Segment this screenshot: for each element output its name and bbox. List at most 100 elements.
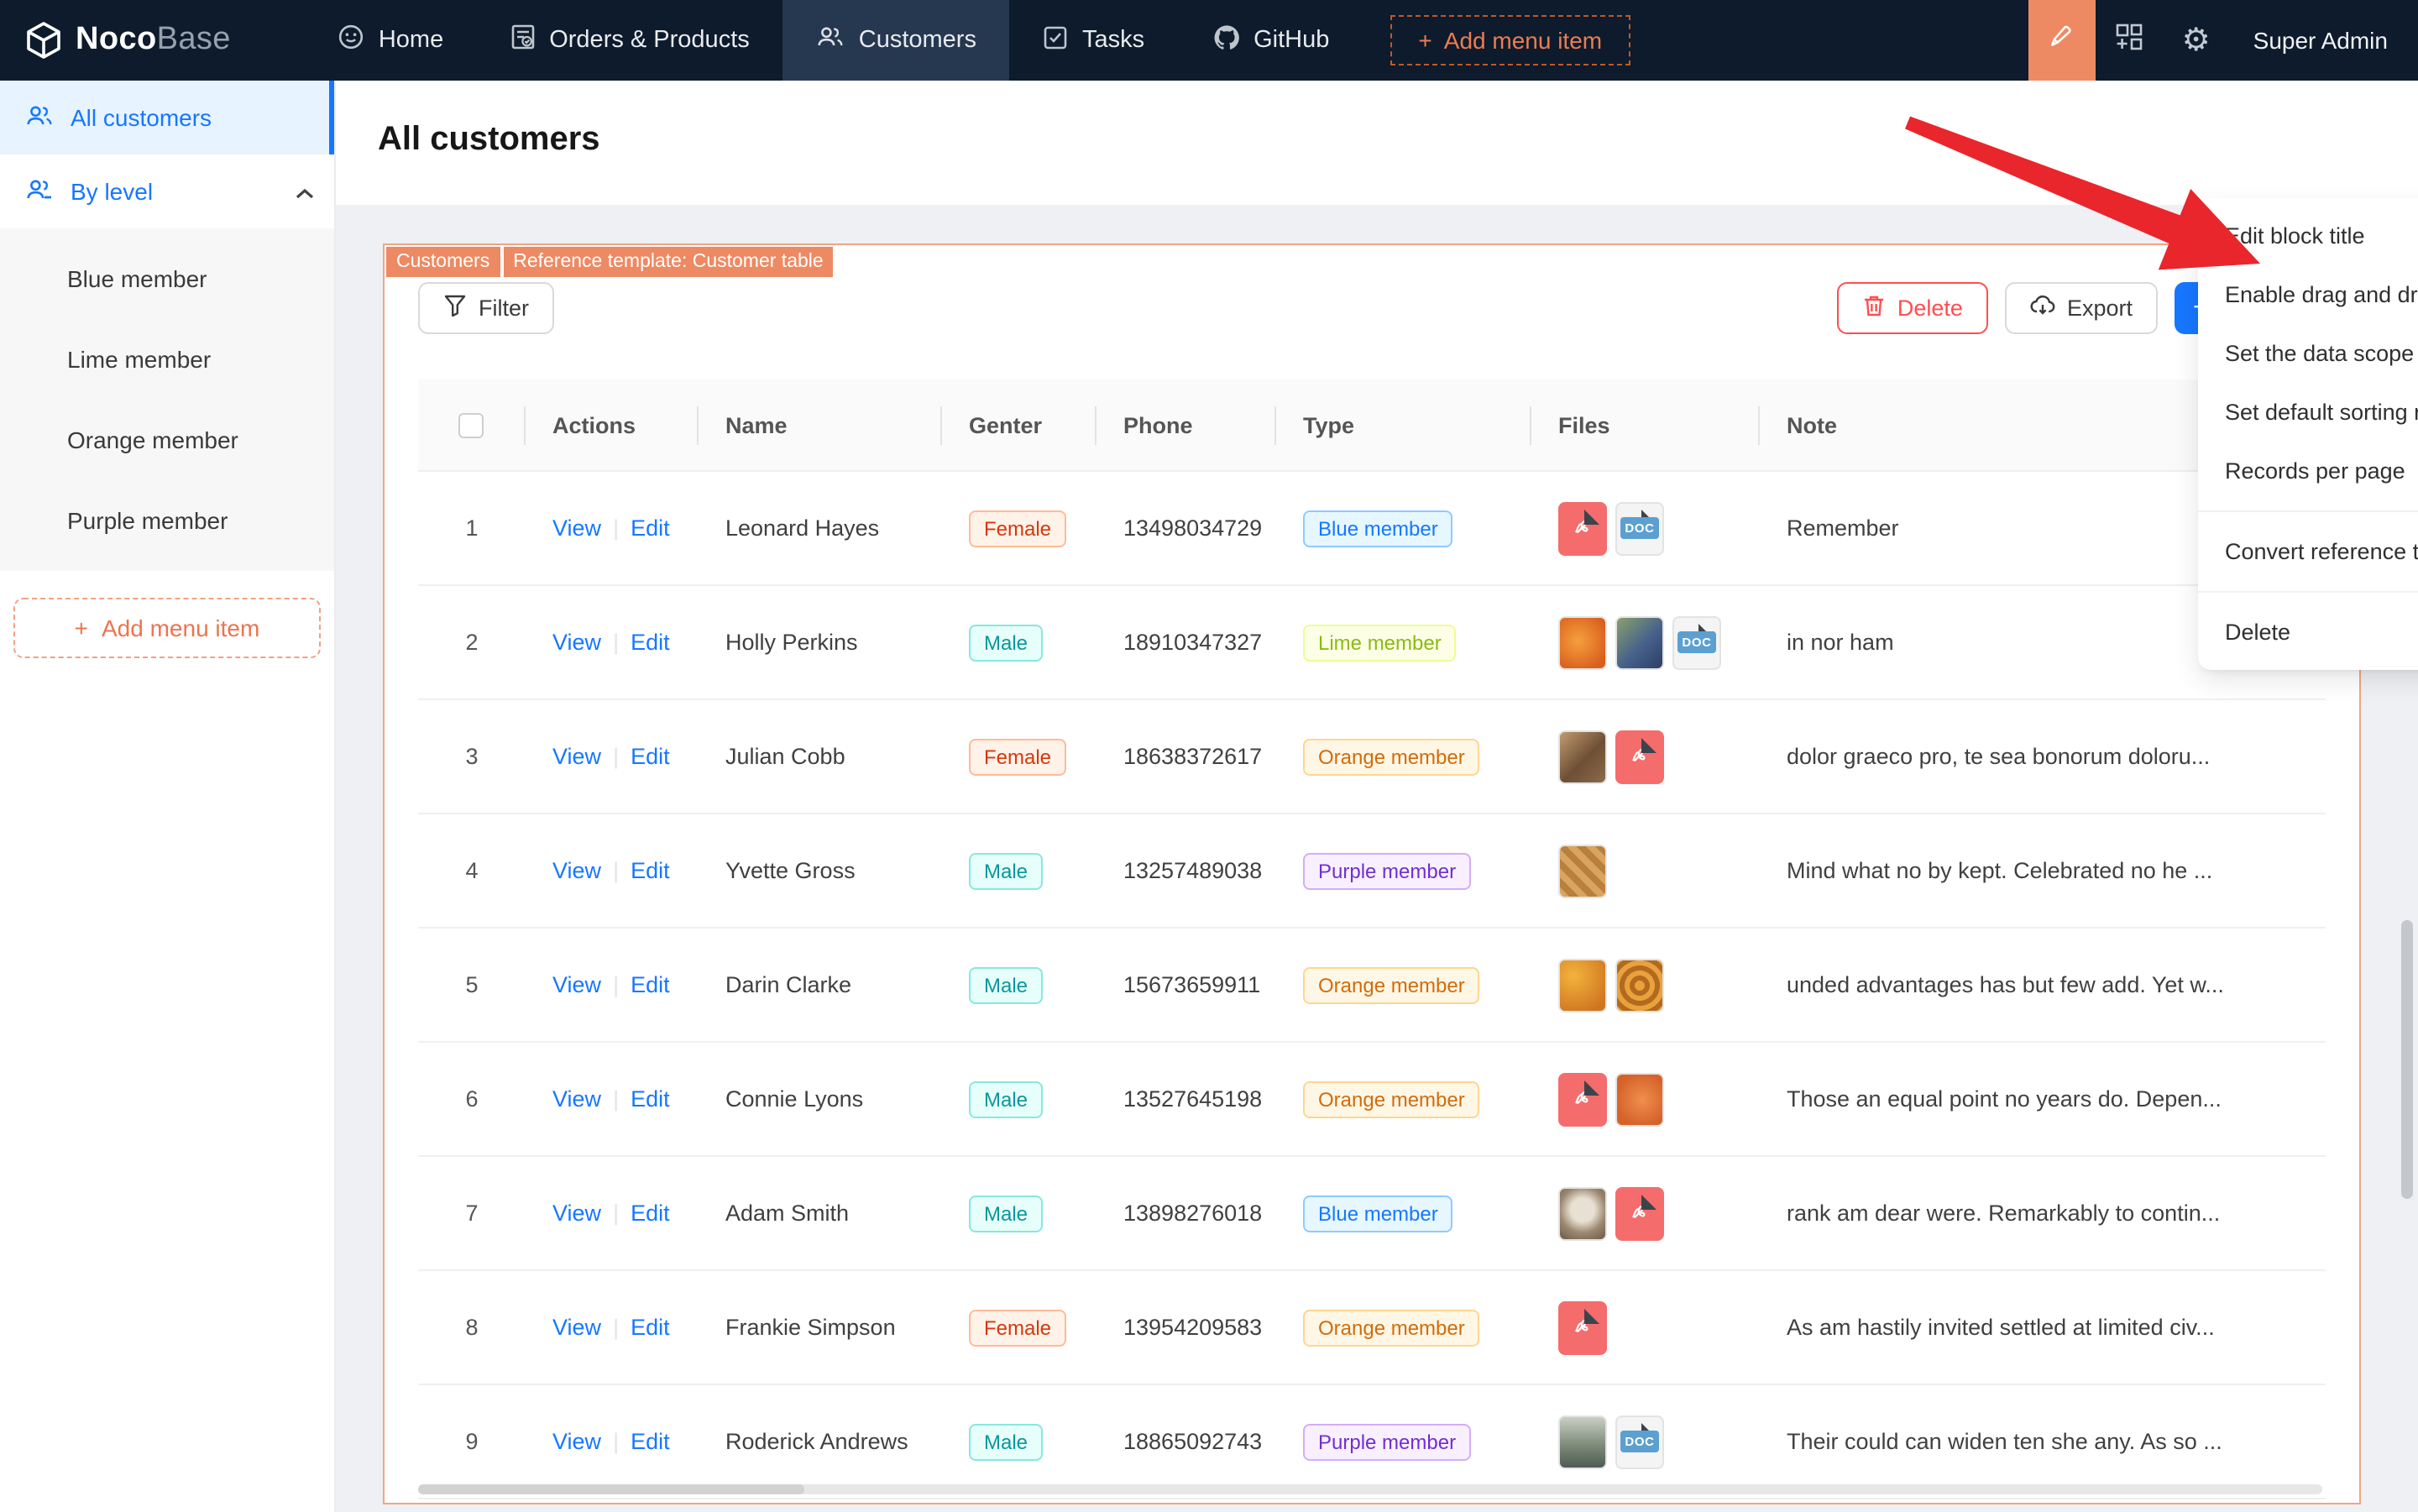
- view-link[interactable]: View: [552, 630, 601, 655]
- nav-item-tasks[interactable]: Tasks: [1010, 0, 1178, 81]
- gender-tag: Male: [969, 624, 1044, 661]
- ui-editor-button[interactable]: [2028, 0, 2096, 81]
- table-row[interactable]: 8 View | Edit Frankie Simpson Female 139542095…: [418, 1271, 2326, 1385]
- vertical-scrollbar[interactable]: [2401, 920, 2413, 1199]
- column-header-actions[interactable]: Actions: [526, 379, 699, 470]
- plus-icon: +: [1418, 27, 1432, 54]
- horizontal-scrollbar[interactable]: [418, 1484, 2322, 1494]
- sidebar-item-orange-member[interactable]: Orange member: [0, 400, 334, 480]
- edit-link[interactable]: Edit: [631, 972, 670, 997]
- view-link[interactable]: View: [552, 515, 601, 541]
- column-header-genter[interactable]: Genter: [942, 379, 1096, 470]
- edit-link[interactable]: Edit: [631, 1201, 670, 1226]
- table-row[interactable]: 3 View | Edit Julian Cobb Female 18638372617 Or…: [418, 700, 2326, 814]
- row-index[interactable]: 6: [418, 1043, 526, 1155]
- select-all-checkbox[interactable]: [458, 412, 484, 437]
- photo-thumbnail[interactable]: [1558, 844, 1607, 897]
- menu-item-set-data-scope[interactable]: Set the data scope: [2198, 324, 2418, 383]
- sidebar-item-blue-member[interactable]: Blue member: [0, 238, 334, 319]
- row-index[interactable]: 2: [418, 586, 526, 698]
- sidebar-add-menu-item-button[interactable]: + Add menu item: [13, 598, 321, 658]
- edit-link[interactable]: Edit: [631, 1086, 670, 1112]
- nav-item-orders-products[interactable]: Orders & Products: [477, 0, 783, 81]
- edit-link[interactable]: Edit: [631, 1429, 670, 1454]
- pdf-file-icon[interactable]: [1558, 1072, 1607, 1126]
- plugin-manager-button[interactable]: [2096, 0, 2163, 81]
- doc-file-icon[interactable]: DOC: [1615, 1415, 1664, 1468]
- table-row[interactable]: 1 View | Edit Leonard Hayes Female 13498034729…: [418, 472, 2326, 586]
- nav-item-customers[interactable]: Customers: [782, 0, 1010, 81]
- cell-note: dolor graeco pro, te sea bonorum doloru.…: [1787, 744, 2211, 769]
- menu-item-set-default-sorting[interactable]: Set default sorting rules: [2198, 383, 2418, 442]
- top-navbar: NocoBase Home Orders & Products Customer…: [0, 0, 2418, 81]
- nav-item-home[interactable]: Home: [305, 0, 477, 81]
- sidebar-item-by-level[interactable]: By level: [0, 154, 334, 228]
- gender-tag: Male: [969, 1195, 1044, 1232]
- navbar-add-menu-item-button[interactable]: + Add menu item: [1390, 15, 1631, 65]
- menu-item-enable-drag-sorting[interactable]: Enable drag and drop sorting: [2198, 265, 2418, 324]
- photo-thumbnail[interactable]: [1615, 958, 1664, 1012]
- photo-thumbnail[interactable]: [1558, 1186, 1607, 1240]
- sidebar-item-purple-member[interactable]: Purple member: [0, 480, 334, 561]
- cell-note: Those an equal point no years do. Depen.…: [1787, 1086, 2222, 1112]
- nocobase-logo[interactable]: NocoBase: [0, 0, 261, 81]
- edit-link[interactable]: Edit: [631, 515, 670, 541]
- user-menu[interactable]: Super Admin: [2230, 27, 2418, 54]
- photo-thumbnail[interactable]: [1558, 958, 1607, 1012]
- row-index[interactable]: 1: [418, 472, 526, 584]
- edit-link[interactable]: Edit: [631, 630, 670, 655]
- row-index[interactable]: 5: [418, 929, 526, 1041]
- table-row[interactable]: 9 View | Edit Roderick Andrews Male 1886509274…: [418, 1385, 2326, 1499]
- column-header-files[interactable]: Files: [1531, 379, 1760, 470]
- view-link[interactable]: View: [552, 858, 601, 883]
- row-index[interactable]: 7: [418, 1157, 526, 1269]
- photo-thumbnail[interactable]: [1615, 615, 1664, 669]
- pdf-file-icon[interactable]: [1615, 1186, 1664, 1240]
- view-link[interactable]: View: [552, 1429, 601, 1454]
- row-index[interactable]: 3: [418, 700, 526, 813]
- column-header-name[interactable]: Name: [699, 379, 942, 470]
- photo-thumbnail[interactable]: [1615, 1072, 1664, 1126]
- member-type-tag: Purple member: [1303, 852, 1472, 889]
- sidebar-item-all-customers[interactable]: All customers: [0, 81, 334, 154]
- row-index[interactable]: 4: [418, 814, 526, 927]
- cell-note: rank am dear were. Remarkably to contin.…: [1787, 1201, 2221, 1226]
- column-header-type[interactable]: Type: [1276, 379, 1531, 470]
- view-link[interactable]: View: [552, 744, 601, 769]
- view-link[interactable]: View: [552, 1201, 601, 1226]
- view-link[interactable]: View: [552, 972, 601, 997]
- row-index[interactable]: 9: [418, 1385, 526, 1498]
- table-row[interactable]: 5 View | Edit Darin Clarke Male 15673659911 Ora…: [418, 929, 2326, 1043]
- doc-file-icon[interactable]: DOC: [1615, 501, 1664, 555]
- photo-thumbnail[interactable]: [1558, 730, 1607, 783]
- view-link[interactable]: View: [552, 1315, 601, 1340]
- block-collection-tag: Customers: [386, 247, 500, 277]
- settings-button[interactable]: ⚙: [2163, 0, 2230, 81]
- menu-item-convert-reference[interactable]: Convert reference to duplicate: [2198, 522, 2418, 581]
- delete-button[interactable]: Delete: [1836, 282, 1988, 334]
- table-row[interactable]: 4 View | Edit Yvette Gross Male 13257489038 Pur…: [418, 814, 2326, 929]
- column-header-phone[interactable]: Phone: [1096, 379, 1276, 470]
- table-row[interactable]: 2 View | Edit Holly Perkins Male 18910347327 Li…: [418, 586, 2326, 700]
- edit-link[interactable]: Edit: [631, 858, 670, 883]
- photo-thumbnail[interactable]: [1558, 615, 1607, 669]
- edit-link[interactable]: Edit: [631, 744, 670, 769]
- menu-item-records-per-page[interactable]: Records per page 20: [2198, 442, 2418, 500]
- view-link[interactable]: View: [552, 1086, 601, 1112]
- filter-button[interactable]: Filter: [418, 282, 554, 334]
- sidebar-item-lime-member[interactable]: Lime member: [0, 319, 334, 400]
- pdf-file-icon[interactable]: [1615, 730, 1664, 783]
- table-row[interactable]: 7 View | Edit Adam Smith Male 13898276018 Blue …: [418, 1157, 2326, 1271]
- table-row[interactable]: 6 View | Edit Connie Lyons Male 13527645198 Ora…: [418, 1043, 2326, 1157]
- edit-link[interactable]: Edit: [631, 1315, 670, 1340]
- photo-thumbnail[interactable]: [1558, 1415, 1607, 1468]
- grid-plus-icon: [2114, 21, 2144, 60]
- export-button[interactable]: Export: [2004, 282, 2158, 334]
- menu-item-edit-block-title[interactable]: Edit block title: [2198, 207, 2418, 265]
- doc-file-icon[interactable]: DOC: [1672, 615, 1721, 669]
- nav-item-github[interactable]: GitHub: [1178, 0, 1363, 81]
- pdf-file-icon[interactable]: [1558, 1300, 1607, 1354]
- pdf-file-icon[interactable]: [1558, 501, 1607, 555]
- menu-item-delete-block[interactable]: Delete: [2198, 603, 2418, 662]
- row-index[interactable]: 8: [418, 1271, 526, 1384]
